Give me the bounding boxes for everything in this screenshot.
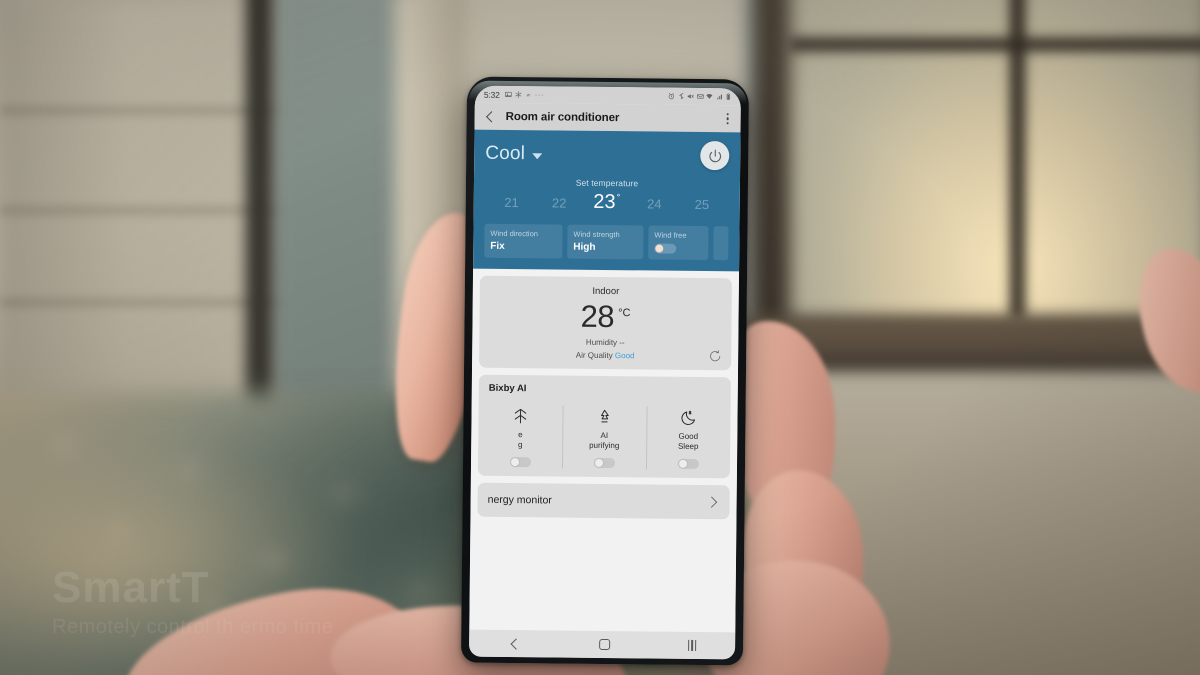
scroll-content: Indoor 28 °C Humidity -- Air Quality Goo… [469,268,740,633]
phone-screen: 5:32 w ··· Room air conditioner Cool Set… [469,85,741,660]
more-dots-icon: ··· [534,90,545,100]
bixby-toggle-good-sleep[interactable] [677,459,699,470]
nav-recents-icon[interactable] [687,639,697,651]
bixby-item-ai-purifying[interactable]: AI purifying [562,402,647,478]
bixby-item-ai-cooling[interactable]: e g [478,401,563,477]
wind-direction-value: Fix [490,240,505,252]
temperature-selector[interactable]: 21 22 23° 24 25 [485,190,729,216]
kebab-menu-icon[interactable] [723,110,732,127]
wind-strength-tile[interactable]: Wind strength High [567,224,644,260]
mute-icon [687,93,694,100]
indoor-humidity: Humidity -- [585,338,625,348]
bixby-item-label: AI purifying [589,431,620,451]
bixby-item-label: Good Sleep [677,432,699,452]
temp-option-22[interactable]: 22 [535,195,583,210]
mail-icon [696,93,704,100]
bixby-item-label: e g [517,430,523,450]
mode-row: Cool [485,139,730,171]
indoor-air-quality: Air Quality Good [489,350,721,361]
power-icon [708,149,721,162]
indoor-temperature-unit: °C [618,307,631,320]
wind-strength-label: Wind strength [573,229,620,240]
bixby-item-good-sleep[interactable]: Good Sleep [646,403,731,479]
wind-direction-label: Wind direction [490,228,539,239]
chevron-right-icon[interactable] [708,497,720,509]
wind-free-label: Wind free [654,230,687,240]
signal-icon [715,93,722,100]
wifi-icon [706,93,713,100]
power-button[interactable] [700,140,730,171]
bixby-ai-title: Bixby AI [488,383,527,395]
chevron-down-icon[interactable] [532,152,543,159]
degree-mark: ° [616,192,621,203]
energy-monitor-label: nergy monitor [487,494,552,507]
battery-icon [725,93,732,100]
snowflake-icon [515,91,522,98]
mode-label[interactable]: Cool [485,142,525,164]
wind-free-tile[interactable]: Wind free [648,225,709,261]
wind-extra-tile[interactable] [713,226,729,261]
air-quality-value: Good [614,351,635,361]
image-icon [504,91,512,98]
indoor-title: Indoor [592,285,620,298]
bixby-ai-grid: e g AI purifying Good Sleep [478,401,731,479]
wind-direction-tile[interactable]: Wind direction Fix [484,223,563,259]
nav-home-icon[interactable] [599,638,611,651]
window-mullion-horizontal [790,38,1200,51]
page-title: Room air conditioner [505,110,620,124]
wind-free-toggle[interactable] [654,243,677,254]
app-title-bar: Room air conditioner [474,102,741,133]
wind-controls-row: Wind direction Fix Wind strength High Wi… [484,223,729,261]
smartphone: 5:32 w ··· Room air conditioner Cool Set… [460,76,750,666]
nav-back-icon[interactable] [508,636,522,650]
ai-cooling-icon [480,406,560,427]
air-quality-label: Air Quality [575,351,615,361]
set-temperature-label: Set temperature [575,177,639,189]
refresh-icon[interactable] [708,350,722,364]
energy-monitor-row[interactable]: nergy monitor [477,483,730,520]
weather-icon: w [525,91,532,98]
temp-option-selected[interactable]: 23° [583,191,631,214]
indoor-temperature-row: 28 °C [489,298,721,335]
bluetooth-icon [677,92,684,100]
ac-control-panel: Cool Set temperature 21 22 23° 24 25 Win… [473,129,741,272]
wind-strength-value: High [573,241,596,253]
temp-selected-value: 23 [593,190,616,214]
indoor-card: Indoor 28 °C Humidity -- Air Quality Goo… [479,275,732,371]
ai-purifying-icon [564,407,644,428]
android-nav-bar [469,629,736,660]
status-left-icons: w ··· [504,90,545,100]
temp-option-25[interactable]: 25 [678,197,726,212]
bixby-toggle-ai-cooling[interactable] [509,457,531,468]
bixby-toggle-ai-purifying[interactable] [593,458,615,469]
back-chevron-icon[interactable] [484,110,497,123]
temp-option-21[interactable]: 21 [488,195,536,210]
bixby-ai-card: Bixby AI e g AI purifying Good Sleep [477,375,731,479]
alarm-icon [668,93,675,100]
temp-option-24[interactable]: 24 [630,196,678,211]
indoor-temperature-value: 28 [580,298,615,335]
status-time: 5:32 [483,89,500,100]
good-sleep-icon [648,408,728,429]
status-right-icons [668,92,732,101]
svg-text:w: w [526,93,530,98]
